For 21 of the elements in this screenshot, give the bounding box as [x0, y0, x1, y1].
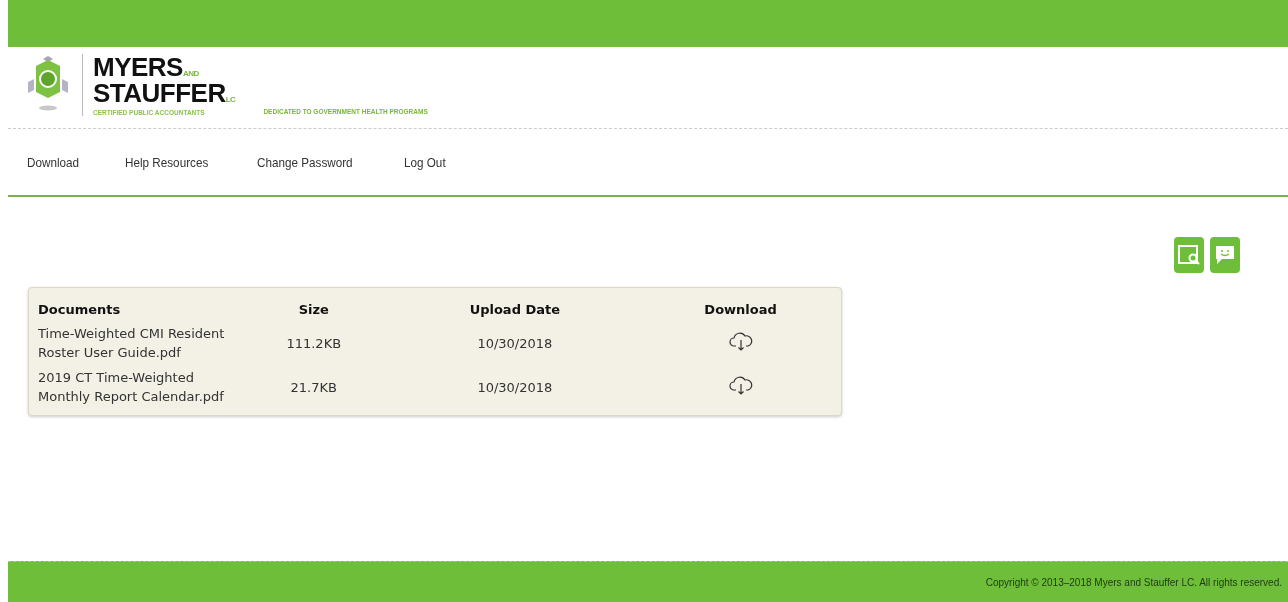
- table-cell: 111.2KB: [286, 335, 342, 351]
- document-name: Time-Weighted CMI Resident Roster User Guide.pdf: [38, 326, 225, 360]
- cloud-download-icon[interactable]: [728, 373, 753, 396]
- nav-link[interactable]: Log Out: [403, 154, 446, 170]
- nav-link[interactable]: Change Password: [257, 154, 353, 170]
- search-document-icon: [1177, 244, 1201, 266]
- table-cell: 21.7KB: [290, 379, 337, 395]
- chat-smiley-icon: [1213, 243, 1237, 267]
- copyright-text: Copyright © 2013–2018 Myers and Stauffer LC. All rights reserved.: [985, 576, 1282, 588]
- column-header: Download: [704, 302, 777, 317]
- logo-text: STAUFFERLC: [93, 79, 236, 106]
- logo-text: MYERSAND: [93, 53, 200, 80]
- column-header: Size: [298, 302, 329, 317]
- document-name: 2019 CT Time-Weighted Monthly Report Calendar.pdf: [38, 370, 224, 404]
- table-cell: 10/30/2018: [477, 379, 553, 395]
- column-header: Upload Date: [469, 302, 561, 317]
- cloud-download-icon[interactable]: [728, 329, 753, 352]
- column-header: Documents: [38, 302, 121, 317]
- table-cell: 10/30/2018: [477, 335, 553, 351]
- nav-link[interactable]: Download: [27, 154, 80, 170]
- nav-link[interactable]: Help Resources: [124, 154, 209, 170]
